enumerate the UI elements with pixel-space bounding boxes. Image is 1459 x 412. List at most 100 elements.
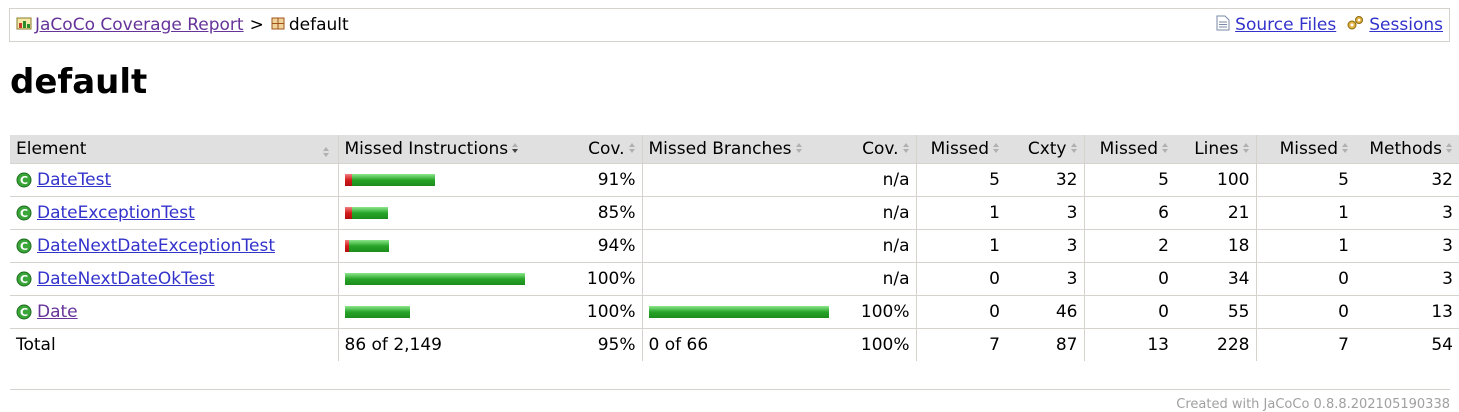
header-missed-methods[interactable]: Missed [1255, 135, 1355, 164]
total-instruction-cov: 95% [597, 334, 636, 355]
sort-icon [1445, 139, 1453, 159]
branch-cov: n/a [838, 229, 916, 263]
svg-text:C: C [20, 207, 28, 220]
missed-cxty: 5 [915, 163, 1006, 197]
lines: 34 [1175, 262, 1256, 296]
breadcrumb-right: Source Files Sessions [1216, 15, 1443, 36]
coverage-table: Element Missed Instructions Cov. Missed … [10, 135, 1459, 361]
class-link[interactable]: DateTest [37, 170, 111, 190]
missed-methods: 1 [1255, 229, 1355, 263]
total-cxty: 87 [1055, 334, 1078, 355]
sort-icon [1242, 139, 1250, 159]
missed-lines: 0 [1083, 295, 1175, 329]
sort-icon [992, 139, 1000, 159]
footer-credit: Created with JaCoCo 0.8.8.202105190338 [1176, 397, 1450, 412]
missed-branches-bar-cell [641, 262, 838, 296]
instruction-cov: 94% [566, 229, 642, 263]
sort-icon [902, 139, 910, 159]
table-body: C DateTest 91% n/a 5 32 5 100 5 32 C DateExceptionT… [10, 163, 1459, 329]
table-row: C Date 100% 100% 0 46 0 55 0 13 [10, 295, 1459, 329]
class-link[interactable]: Date [37, 302, 78, 322]
methods: 32 [1355, 163, 1459, 197]
table-total-row: Total 86 of 2,149 95% 0 of 66 100% 7 87 … [10, 328, 1459, 361]
table-header-row: Element Missed Instructions Cov. Missed … [10, 135, 1459, 164]
breadcrumb-separator: > [249, 15, 264, 35]
class-icon: C [16, 304, 32, 320]
class-icon: C [16, 172, 32, 188]
branch-cov: n/a [838, 196, 916, 230]
header-instruction-cov[interactable]: Cov. [566, 135, 642, 164]
header-methods[interactable]: Methods [1355, 135, 1459, 164]
cxty: 46 [1006, 295, 1084, 329]
sort-icon [1070, 139, 1078, 159]
header-cxty[interactable]: Cxty [1006, 135, 1084, 164]
methods: 3 [1355, 229, 1459, 263]
cxty: 3 [1006, 229, 1084, 263]
missed-lines: 2 [1083, 229, 1175, 263]
lines: 18 [1175, 229, 1256, 263]
methods: 3 [1355, 196, 1459, 230]
missed-instructions-bar-cell [337, 229, 566, 263]
missed-instructions-bar [344, 206, 352, 219]
header-missed-cxty[interactable]: Missed [915, 135, 1006, 164]
lines: 55 [1175, 295, 1256, 329]
header-missed-branches[interactable]: Missed Branches [641, 135, 838, 164]
missed-lines: 6 [1083, 196, 1175, 230]
sort-icon [628, 139, 636, 159]
covered-instructions-bar [344, 272, 525, 285]
total-missed-cxty: 7 [915, 328, 1006, 361]
package-icon [270, 15, 286, 36]
header-branch-cov[interactable]: Cov. [838, 135, 916, 164]
svg-text:C: C [20, 273, 28, 286]
table-row: C DateExceptionTest 85% n/a 1 3 6 21 1 3 [10, 196, 1459, 230]
report-link[interactable]: JaCoCo Coverage Report [35, 15, 244, 35]
lines: 100 [1175, 163, 1256, 197]
header-missed-instructions[interactable]: Missed Instructions [337, 135, 566, 164]
sessions-icon [1346, 15, 1364, 36]
header-element[interactable]: Element [10, 135, 338, 164]
source-files-icon [1216, 15, 1230, 36]
sessions-link[interactable]: Sessions [1369, 15, 1443, 35]
instruction-cov: 91% [566, 163, 642, 197]
covered-instructions-bar [351, 173, 435, 186]
cxty: 3 [1006, 196, 1084, 230]
missed-lines: 5 [1083, 163, 1175, 197]
missed-cxty: 0 [915, 295, 1006, 329]
total-lines: 228 [1217, 334, 1250, 355]
missed-methods: 0 [1255, 262, 1355, 296]
cxty: 32 [1006, 163, 1084, 197]
cxty: 3 [1006, 262, 1084, 296]
sort-icon [1341, 139, 1349, 159]
svg-text:C: C [20, 174, 28, 187]
missed-instructions-bar-cell [337, 196, 566, 230]
breadcrumb-left: JaCoCo Coverage Report > default [16, 15, 349, 36]
methods: 3 [1355, 262, 1459, 296]
lines: 21 [1175, 196, 1256, 230]
breadcrumb-current: default [288, 15, 349, 35]
class-link[interactable]: DateNextDateExceptionTest [37, 236, 275, 256]
total-label: Total [16, 334, 56, 355]
breadcrumb: JaCoCo Coverage Report > default Source … [9, 8, 1450, 42]
covered-branches-bar [648, 305, 829, 318]
header-lines[interactable]: Lines [1175, 135, 1256, 164]
class-link[interactable]: DateNextDateOkTest [37, 269, 215, 289]
covered-instructions-bar [344, 305, 410, 318]
element-cell: C Date [10, 295, 338, 329]
class-link[interactable]: DateExceptionTest [37, 203, 195, 223]
total-branch-cov: 100% [860, 334, 910, 355]
missed-lines: 0 [1083, 262, 1175, 296]
total-missed-instructions: 86 of 2,149 [337, 328, 566, 361]
footer-divider [10, 389, 1450, 390]
sort-icon [795, 139, 803, 159]
missed-cxty: 1 [915, 229, 1006, 263]
header-missed-lines[interactable]: Missed [1083, 135, 1175, 164]
covered-instructions-bar [351, 206, 388, 219]
covered-instructions-bar [348, 239, 389, 252]
svg-text:C: C [20, 306, 28, 319]
missed-instructions-bar-cell [337, 163, 566, 197]
class-icon: C [16, 271, 32, 287]
sort-icon [1161, 139, 1169, 159]
source-files-link[interactable]: Source Files [1235, 15, 1336, 35]
missed-instructions-bar-cell [337, 262, 566, 296]
sort-descending-icon [511, 139, 519, 159]
